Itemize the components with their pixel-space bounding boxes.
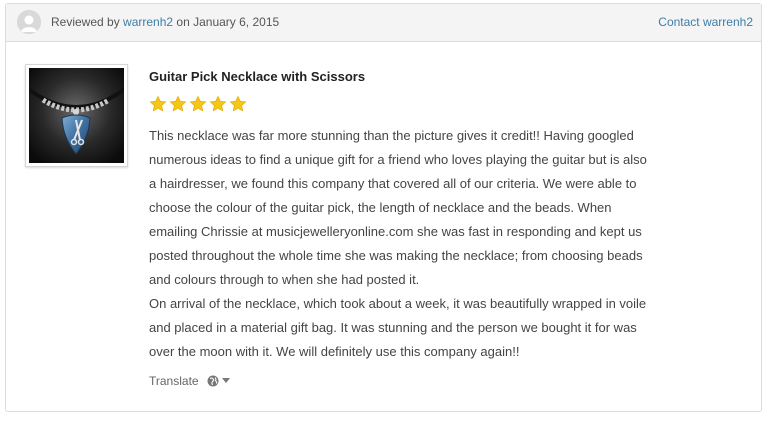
review-line: over the moon with it. We will definitel… [149, 344, 520, 359]
product-image[interactable] [25, 64, 128, 167]
chevron-down-icon[interactable] [221, 378, 230, 384]
review-line: and placed in a material gift bag. It wa… [149, 320, 637, 335]
review-line: emailing Chrissie at musicjewelleryonlin… [149, 224, 642, 239]
star-icon [229, 95, 247, 112]
review-line: and colours through to when she had post… [149, 272, 420, 287]
star-rating [149, 95, 247, 113]
review-date: on January 6, 2015 [176, 15, 280, 29]
review-card: Reviewed by warrenh2 on January 6, 2015 … [5, 3, 762, 412]
product-title[interactable]: Guitar Pick Necklace with Scissors [149, 69, 365, 84]
translate-control[interactable]: Translate [149, 374, 230, 388]
avatar[interactable] [17, 10, 41, 34]
reviewed-by-label: Reviewed by [51, 15, 120, 29]
necklace-photo-icon [29, 68, 124, 163]
reviewer-link[interactable]: warrenh2 [123, 15, 173, 29]
contact-reviewer-link[interactable]: Contact warrenh2 [658, 15, 753, 29]
review-line: a hairdresser, we found this company tha… [149, 176, 637, 191]
review-line: choose the colour of the guitar pick, th… [149, 200, 612, 215]
user-avatar-icon [17, 10, 41, 34]
star-icon [209, 95, 227, 112]
review-text: This necklace was far more stunning than… [149, 124, 709, 364]
globe-icon[interactable] [207, 375, 219, 387]
star-icon [189, 95, 207, 112]
review-header: Reviewed by warrenh2 on January 6, 2015 … [6, 4, 761, 42]
review-line: This necklace was far more stunning than… [149, 128, 634, 143]
star-icon [149, 95, 167, 112]
translate-label[interactable]: Translate [149, 374, 199, 388]
review-line: On arrival of the necklace, which took a… [149, 296, 647, 311]
reviewed-by-line: Reviewed by warrenh2 on January 6, 2015 [51, 15, 279, 29]
review-line: numerous ideas to find a unique gift for… [149, 152, 647, 167]
review-line: posted throughout the whole time she was… [149, 248, 643, 263]
star-icon [169, 95, 187, 112]
